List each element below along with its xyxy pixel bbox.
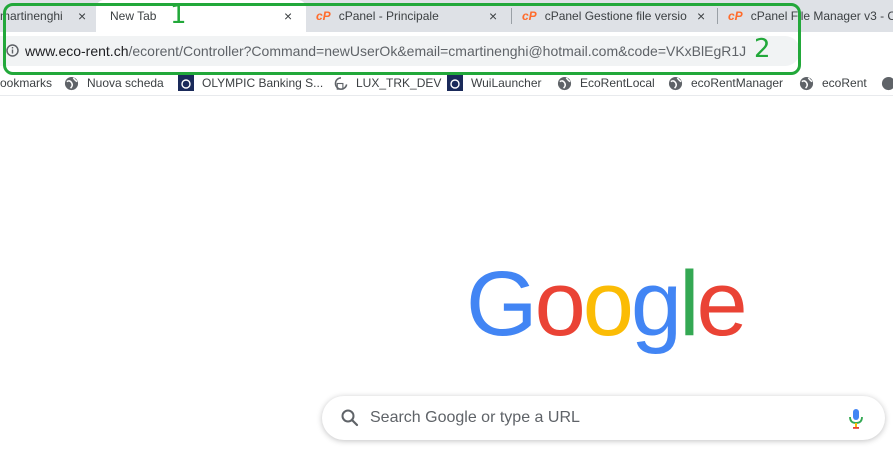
bookmark-label: ookmarks: [0, 76, 53, 90]
olympic-icon: [447, 75, 463, 91]
globe-icon: [881, 76, 893, 90]
bookmark-item[interactable]: Nuova scheda: [64, 75, 164, 91]
bookmark-label: Nuova scheda: [87, 76, 164, 90]
annotation-number-1: 1: [170, 0, 187, 30]
bookmark-item[interactable]: LUX_TRK_DEV: [334, 75, 441, 91]
search-input[interactable]: Search Google or type a URL: [370, 409, 580, 427]
globe-icon: [668, 76, 683, 90]
search-icon: [341, 409, 359, 427]
bookmark-item[interactable]: OLYMPIC Banking S...: [178, 75, 323, 91]
bookmark-label: OLYMPIC Banking S...: [202, 76, 324, 90]
bookmark-label: WuiLauncher: [471, 76, 542, 90]
logo-letter: l: [679, 253, 700, 355]
globe-icon: [799, 76, 814, 90]
microphone-icon[interactable]: [848, 408, 864, 430]
logo-letter: g: [630, 253, 682, 355]
bookmark-label: ecoRent: [822, 76, 867, 90]
logo-letter: o: [582, 253, 634, 355]
bookmark-item[interactable]: EcoRentLocal: [557, 75, 655, 91]
bookmark-item[interactable]: ookmarks: [0, 75, 52, 91]
globe-icon: [557, 76, 572, 90]
logo-letter: G: [466, 253, 538, 355]
google-logo: Google: [466, 253, 748, 355]
annotation-highlight: [3, 3, 801, 75]
logo-letter: e: [696, 253, 748, 355]
bookmark-item[interactable]: WuiLauncher: [447, 75, 542, 91]
loading-icon: [334, 76, 348, 90]
logo-letter: o: [534, 253, 586, 355]
bookmark-label: EcoRentLocal: [580, 76, 655, 90]
annotation-number-2: 2: [754, 34, 771, 64]
bookmark-item[interactable]: ecoRent: [799, 75, 867, 91]
bookmark-item[interactable]: ecoRentManager: [668, 75, 783, 91]
bookmark-label: ecoRentManager: [691, 76, 784, 90]
bookmark-item[interactable]: [881, 75, 893, 91]
olympic-icon: [178, 75, 194, 91]
globe-icon: [64, 76, 79, 90]
bookmark-label: LUX_TRK_DEV: [356, 76, 442, 90]
